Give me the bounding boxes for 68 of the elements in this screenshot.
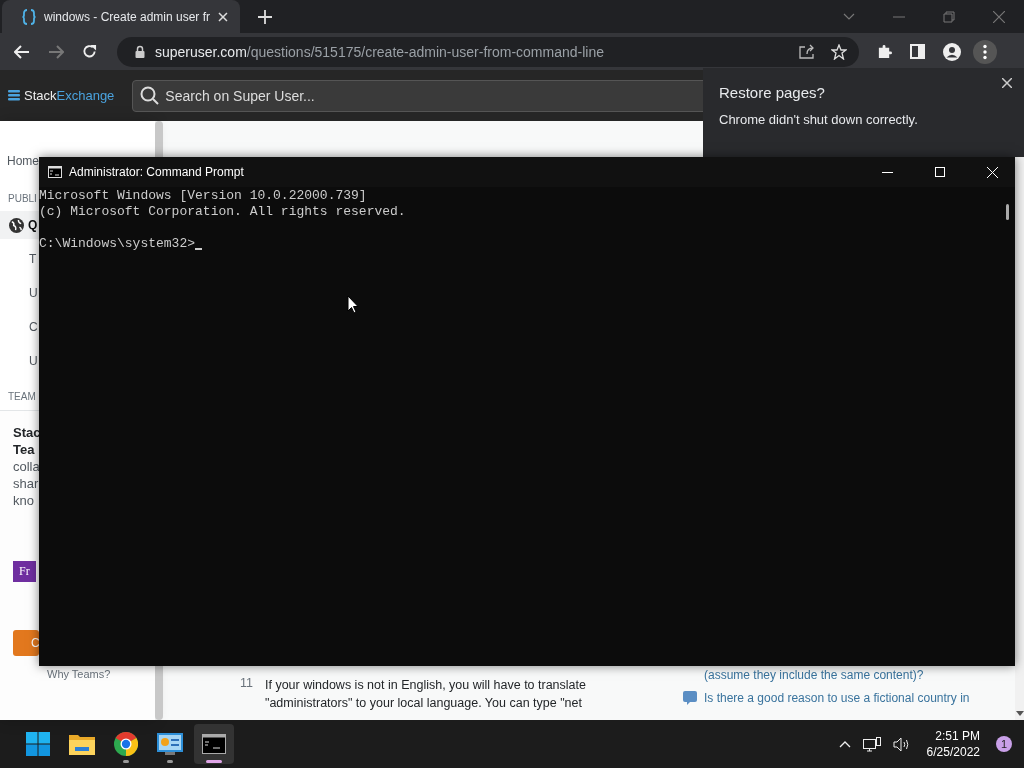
console-text: (c) Microsoft Corporation. All rights reserved. [39,204,406,220]
related-question-link[interactable]: Is there a good reason to use a fictional country in [704,691,970,705]
restore-icon[interactable] [943,10,955,23]
chevron-down-icon[interactable] [843,13,855,20]
nav-item[interactable]: C [0,313,39,341]
popup-message: Chrome didn't shut down correctly. [719,112,919,127]
scroll-down-icon[interactable] [1015,711,1024,716]
scrollbar-thumb[interactable] [155,121,163,157]
card-text: shar [13,475,39,492]
puzzle-icon[interactable] [877,44,892,59]
chevron-up-icon[interactable] [838,740,851,748]
maximize-icon[interactable] [935,167,945,177]
folder-icon[interactable] [69,733,95,755]
network-icon[interactable] [862,736,881,752]
date-text: 6/25/2022 [926,744,980,760]
time-text: 2:51 PM [935,728,980,744]
braces-icon [22,8,36,25]
card-title: Stac [13,424,41,441]
window-title: Administrator: Command Prompt [69,165,244,179]
share-icon[interactable] [799,44,815,59]
console-prompt: C:\Windows\system32> [39,236,196,252]
section-heading: TEAM [8,391,36,402]
nav-item[interactable]: Q [0,211,39,239]
text-cursor [195,248,203,250]
stack-exchange-logo[interactable]: StackExchange [8,88,115,103]
reload-icon[interactable] [82,44,97,59]
control-panel-icon[interactable] [157,733,183,755]
console-text: Microsoft Windows [Version 10.0.22000.739] [39,188,367,204]
globe-icon [9,217,24,233]
close-icon[interactable] [1002,78,1012,88]
url-text: superuser.com/questions/515175/create-admin-user-from-command-line [155,43,604,60]
nav-item[interactable]: T [0,245,39,273]
menu-icon[interactable] [973,39,997,64]
answer-text: "administrators" to your local language. You can type "net [265,695,583,712]
search-icon [140,85,160,105]
related-question-link[interactable]: (assume they include the same content)? [704,668,924,682]
vote-count: 11 [240,675,253,692]
console-icon[interactable] [202,734,226,754]
new-tab-icon[interactable] [258,9,272,24]
side-panel-icon[interactable] [910,44,925,59]
free-badge: Fr [13,561,36,582]
profile-icon[interactable] [943,42,961,61]
card-text: colla [13,458,40,475]
card-text: kno [13,492,34,509]
why-teams-link[interactable]: Why Teams? [47,668,155,680]
nav-item[interactable]: U [0,347,39,375]
popup-title: Restore pages? [719,84,826,101]
section-heading: PUBLI [8,193,37,204]
clock[interactable]: 2:51 PM 6/25/2022 [926,728,980,760]
nav-link[interactable]: Home [7,154,39,168]
console-icon [48,166,62,178]
scrollbar-thumb[interactable] [155,666,163,720]
forward-icon[interactable] [48,44,64,59]
lock-icon [135,45,145,58]
browser-tab[interactable]: windows - Create admin user fr [2,0,240,33]
card-title: Tea [13,441,35,458]
nav-item[interactable]: U [0,279,39,307]
star-icon[interactable] [831,43,847,60]
address-bar[interactable]: superuser.com/questions/515175/create-admin-user-from-command-line [117,36,859,67]
site-icon [683,691,697,705]
chrome-icon[interactable] [114,732,138,756]
tab-title: windows - Create admin user fr [43,9,211,24]
answer-text: If your windows is not in English, you will have to translate [265,677,586,694]
notification-badge[interactable]: 1 [996,736,1012,752]
mouse-pointer-icon [347,295,359,314]
speaker-icon[interactable] [892,736,911,752]
windows-start-icon[interactable] [26,732,50,756]
back-icon[interactable] [14,44,30,59]
